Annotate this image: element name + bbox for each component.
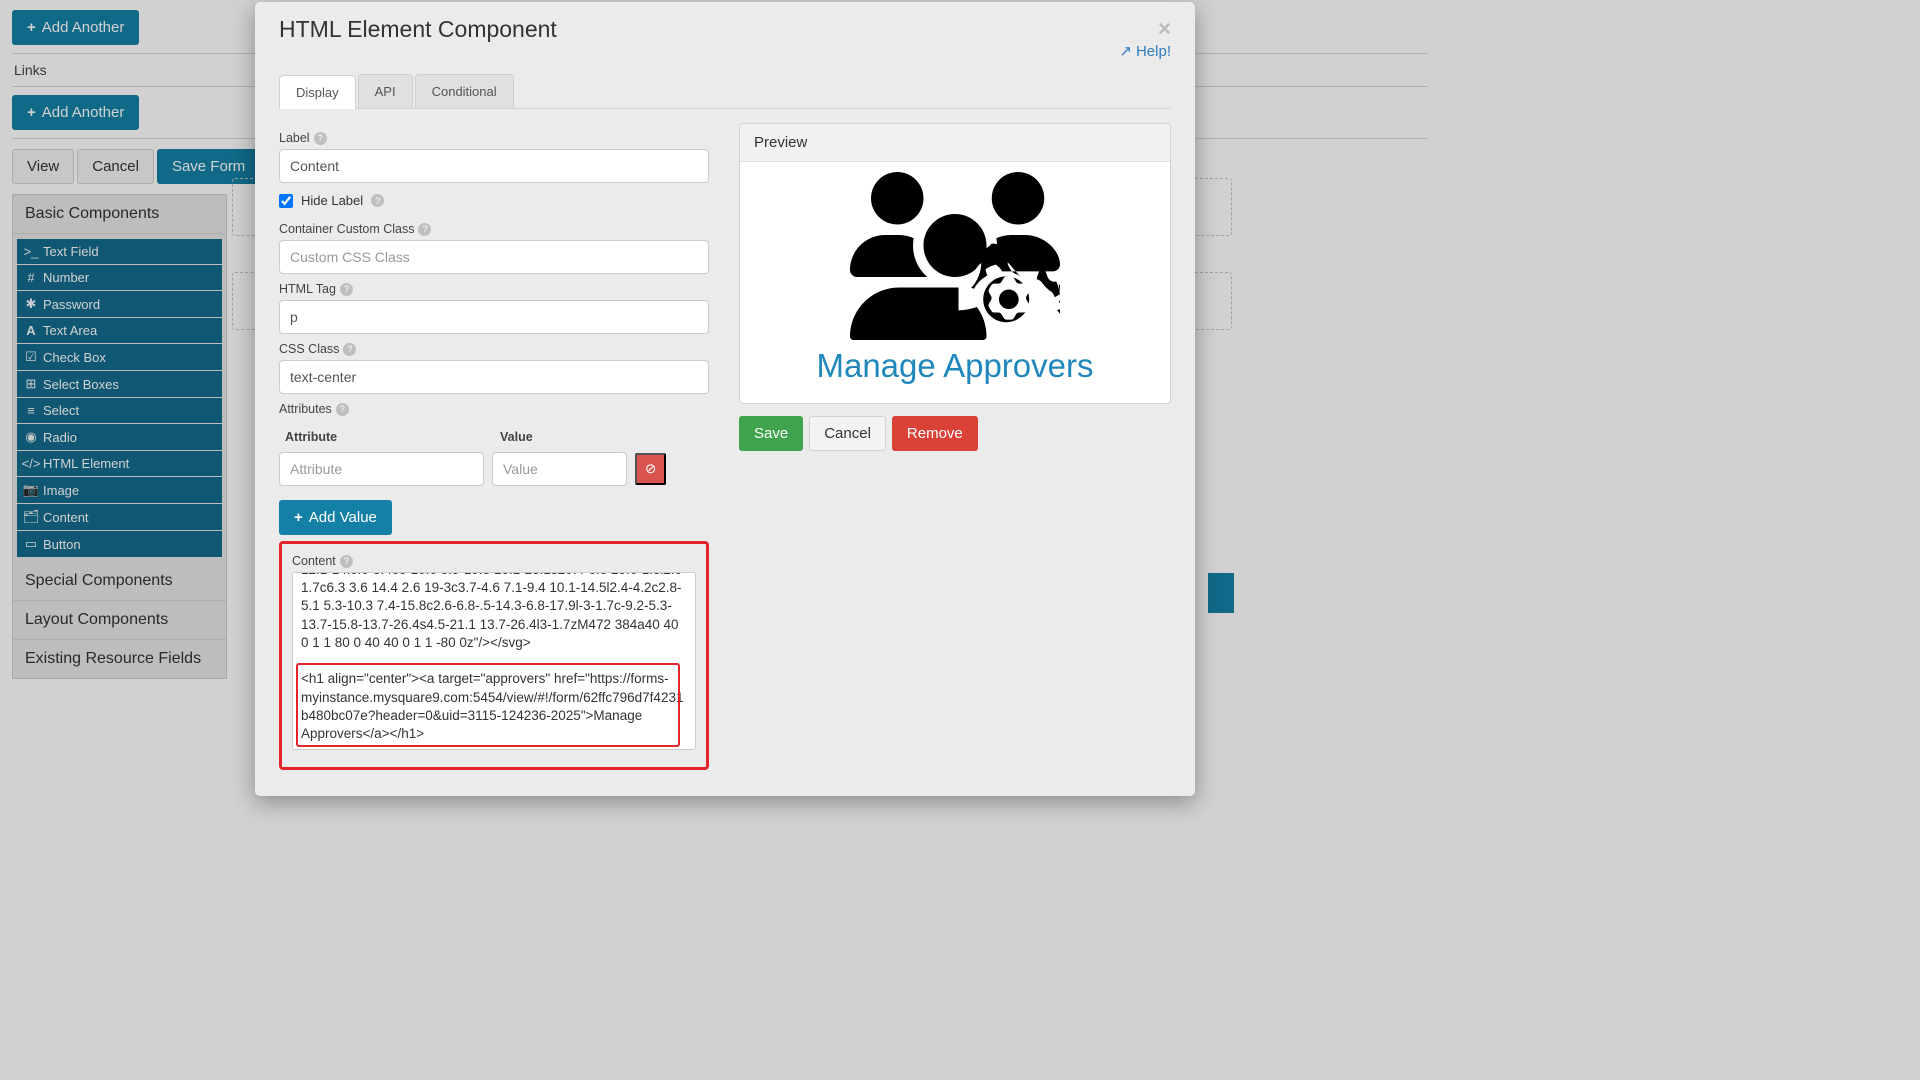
help-icon[interactable]: ? bbox=[371, 194, 384, 207]
help-icon[interactable]: ? bbox=[340, 283, 353, 296]
hide-label-text: Hide Label bbox=[301, 193, 363, 208]
label-label: Label? bbox=[279, 131, 327, 145]
settings-tabs: Display API Conditional bbox=[279, 74, 1171, 109]
remove-attr-button[interactable]: ⊘ bbox=[635, 453, 666, 485]
cancel-button[interactable]: Cancel bbox=[809, 416, 886, 451]
css-class-input[interactable] bbox=[279, 360, 709, 394]
preview-panel: Preview Manage Approvers bbox=[739, 123, 1171, 404]
external-link-icon: ↗ bbox=[1119, 42, 1132, 60]
label-input[interactable] bbox=[279, 149, 709, 183]
html-tag-input[interactable] bbox=[279, 300, 709, 334]
help-icon[interactable]: ? bbox=[418, 223, 431, 236]
plus-icon: + bbox=[294, 510, 303, 525]
content-highlight-outer: Content? bbox=[279, 541, 709, 770]
preview-title: Preview bbox=[740, 124, 1170, 162]
css-class-label: CSS Class? bbox=[279, 342, 356, 356]
tab-conditional[interactable]: Conditional bbox=[415, 74, 514, 108]
help-icon[interactable]: ? bbox=[336, 403, 349, 416]
content-textarea[interactable] bbox=[292, 572, 696, 750]
component-settings-modal: HTML Element Component × ↗ Help! Display… bbox=[255, 2, 1195, 796]
value-col-header: Value bbox=[500, 430, 533, 444]
value-input[interactable] bbox=[492, 452, 627, 486]
tab-display[interactable]: Display bbox=[279, 75, 356, 109]
help-link[interactable]: ↗ Help! bbox=[1119, 42, 1171, 60]
add-value-button[interactable]: + Add Value bbox=[279, 500, 392, 535]
container-class-input[interactable] bbox=[279, 240, 709, 274]
container-class-label: Container Custom Class? bbox=[279, 222, 431, 236]
help-icon[interactable]: ? bbox=[340, 555, 353, 568]
help-icon[interactable]: ? bbox=[343, 343, 356, 356]
close-icon[interactable]: × bbox=[1119, 16, 1171, 42]
modal-title: HTML Element Component bbox=[279, 16, 557, 43]
attributes-label: Attributes? bbox=[279, 402, 349, 416]
ban-icon: ⊘ bbox=[645, 461, 656, 476]
hide-label-checkbox[interactable] bbox=[279, 194, 293, 208]
help-icon[interactable]: ? bbox=[314, 132, 327, 145]
html-tag-label: HTML Tag? bbox=[279, 282, 353, 296]
attribute-input[interactable] bbox=[279, 452, 484, 486]
save-button[interactable]: Save bbox=[739, 416, 803, 451]
attribute-col-header: Attribute bbox=[285, 430, 490, 444]
remove-button[interactable]: Remove bbox=[892, 416, 978, 451]
tab-api[interactable]: API bbox=[358, 74, 413, 108]
users-gear-icon bbox=[850, 172, 1060, 340]
preview-link[interactable]: Manage Approvers bbox=[816, 347, 1093, 384]
content-label: Content? bbox=[292, 554, 353, 568]
